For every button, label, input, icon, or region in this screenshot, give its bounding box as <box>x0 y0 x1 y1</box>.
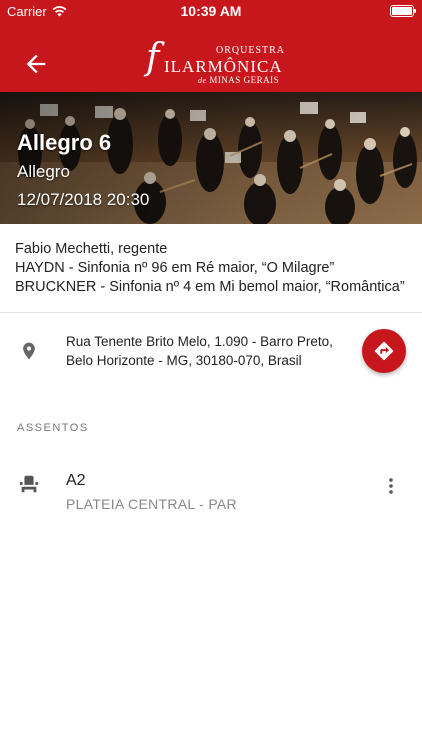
orchestra-logo: ORQUESTRA f ILARMÔNICA de MINAS GERAIS <box>144 40 284 86</box>
battery-icon <box>390 5 416 17</box>
logo-initial: f <box>146 37 160 78</box>
logo-de: de <box>198 76 207 85</box>
program-line: HAYDN - Sinfonia nº 96 em Ré maior, “O M… <box>15 260 335 276</box>
seat-icon-wrapper <box>18 473 40 500</box>
seat-code: A2 <box>66 472 86 489</box>
program-line: BRUCKNER - Sinfonia nº 4 em Mi bemol mai… <box>15 279 405 295</box>
seats-section-label: ASSENTOS <box>17 422 89 434</box>
map-pin-icon <box>23 342 35 360</box>
app-header: Carrier 10:39 AM ORQUESTRA f ILARMÔNICA … <box>0 0 422 92</box>
seat-icon <box>19 475 39 493</box>
event-address: Rua Tenente Brito Melo, 1.090 - Barro Pr… <box>66 332 333 370</box>
program-line: Fabio Mechetti, regente <box>15 241 168 257</box>
status-time: 10:39 AM <box>180 3 242 19</box>
address-line: Rua Tenente Brito Melo, 1.090 - Barro Pr… <box>66 334 333 349</box>
section-divider <box>0 312 422 313</box>
event-hero-image: Allegro 6 Allegro 12/07/2018 20:30 <box>0 92 422 224</box>
arrow-left-icon <box>26 54 46 74</box>
address-line: Belo Horizonte - MG, 30180-070, Brasil <box>66 353 302 368</box>
event-datetime: 12/07/2018 20:30 <box>17 190 150 209</box>
logo-main-text: ILARMÔNICA <box>164 57 283 76</box>
logo-top-text: ORQUESTRA <box>216 45 286 56</box>
location-icon-wrapper <box>19 339 39 368</box>
event-program: Fabio Mechetti, regente HAYDN - Sinfonia… <box>15 240 405 297</box>
back-button[interactable] <box>22 50 50 78</box>
event-series: Allegro <box>17 162 70 181</box>
seat-sector: PLATEIA CENTRAL - PAR <box>66 496 237 512</box>
logo-region: MINAS GERAIS <box>209 75 280 85</box>
seat-more-button[interactable] <box>380 474 402 498</box>
event-title: Allegro 6 <box>17 130 112 155</box>
directions-icon <box>374 341 394 361</box>
more-vertical-icon <box>389 478 393 494</box>
directions-button[interactable] <box>362 329 406 373</box>
event-header: Allegro 6 Allegro 12/07/2018 20:30 <box>17 130 149 212</box>
logo-bottom-text: de MINAS GERAIS <box>198 75 279 85</box>
status-bar: Carrier 10:39 AM <box>0 0 422 22</box>
